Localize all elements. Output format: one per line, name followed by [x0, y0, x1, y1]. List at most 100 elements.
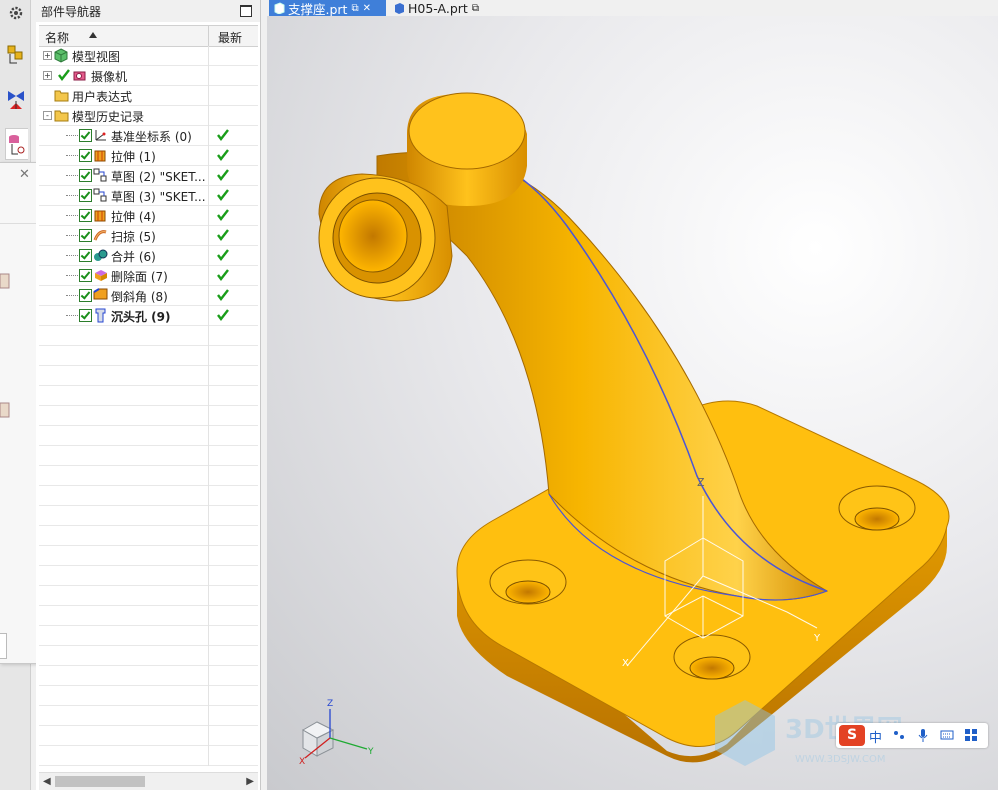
tree-row-label: 拉伸 (4)	[111, 210, 156, 224]
tree-row-label: 用户表达式	[72, 90, 133, 104]
expand-icon[interactable]: +	[43, 71, 52, 80]
constraint-navigator-icon[interactable]	[5, 86, 27, 112]
tree-row[interactable]: 草图 (2) "SKET...	[39, 166, 258, 186]
punctuation-icon[interactable]	[892, 728, 906, 742]
tree-row-label: 摄像机	[91, 70, 128, 84]
tree-row[interactable]: 倒斜角 (8)	[39, 286, 258, 306]
sort-ascending-icon[interactable]	[89, 32, 97, 38]
up-to-date-icon	[216, 148, 230, 162]
maximize-icon[interactable]	[240, 5, 252, 17]
tree-row[interactable]: 沉头孔 (9)	[39, 306, 258, 326]
navigator-header: 名称 最新	[39, 25, 258, 47]
microphone-icon[interactable]	[916, 728, 930, 742]
tree-row[interactable]: 拉伸 (4)	[39, 206, 258, 226]
folder-icon	[54, 108, 69, 123]
suppress-checkbox[interactable]	[79, 169, 92, 182]
column-divider	[208, 746, 209, 766]
tree-row[interactable]: 草图 (3) "SKET...	[39, 186, 258, 206]
pop-out-icon[interactable]: ⧉	[472, 3, 479, 14]
tree-row[interactable]: 删除面 (7)	[39, 266, 258, 286]
empty-row	[39, 526, 258, 546]
extrude-icon	[93, 208, 108, 223]
tab-h05-a[interactable]: H05-A.prt ⧉	[389, 0, 489, 16]
tree-row[interactable]: 合并 (6)	[39, 246, 258, 266]
column-divider	[208, 406, 209, 426]
column-divider	[208, 386, 209, 406]
empty-row	[39, 366, 258, 386]
part-navigator-icon[interactable]	[5, 128, 28, 160]
scrollbar-thumb[interactable]	[55, 776, 145, 787]
ime-toolbar[interactable]: S 中	[836, 723, 988, 748]
column-divider	[208, 526, 209, 546]
column-divider	[208, 86, 209, 106]
column-divider	[208, 366, 209, 386]
visibility-tick-icon[interactable]	[57, 68, 71, 85]
tree-row-label: 合并 (6)	[111, 250, 156, 264]
expand-icon[interactable]: +	[43, 51, 52, 60]
part-navigator: 部件导航器 名称 最新 + 模型视图 + 摄像机 用户表达式 - 模型历史记录 基准坐标系 (…	[36, 0, 261, 790]
popup-input[interactable]	[0, 633, 7, 659]
empty-row	[39, 746, 258, 766]
settings-icon[interactable]	[5, 0, 27, 26]
column-divider	[208, 186, 209, 206]
suppress-checkbox[interactable]	[79, 149, 92, 162]
tree-row[interactable]: 扫掠 (5)	[39, 226, 258, 246]
suppress-checkbox[interactable]	[79, 249, 92, 262]
tree-connector	[66, 135, 78, 136]
divider	[0, 223, 41, 224]
tree-row[interactable]: 拉伸 (1)	[39, 146, 258, 166]
tree-row-label: 倒斜角 (8)	[111, 290, 168, 304]
scroll-left-icon[interactable]: ◀	[43, 776, 51, 787]
tree-row-label: 模型历史记录	[72, 110, 145, 124]
suppress-checkbox[interactable]	[79, 209, 92, 222]
column-divider	[208, 66, 209, 86]
suppress-checkbox[interactable]	[79, 129, 92, 142]
scroll-right-icon[interactable]: ▶	[246, 776, 254, 787]
ime-mode-toggle[interactable]: 中	[869, 727, 882, 746]
tree-row[interactable]: + 模型视图	[39, 46, 258, 66]
suppress-checkbox[interactable]	[79, 229, 92, 242]
assembly-navigator-icon[interactable]	[5, 42, 27, 68]
column-divider	[208, 446, 209, 466]
pop-out-icon[interactable]: ⧉	[351, 3, 358, 14]
collapse-icon[interactable]: -	[43, 111, 52, 120]
chamfer-icon	[93, 288, 108, 303]
close-icon[interactable]: ✕	[363, 3, 371, 14]
close-icon[interactable]: ✕	[19, 167, 30, 182]
suppress-checkbox[interactable]	[79, 289, 92, 302]
tree-row-label: 删除面 (7)	[111, 270, 168, 284]
model-render: Z Y X Z Y X 3D世界网 WWW.3DSJW.COM	[299, 92, 950, 767]
preview-thumbnail[interactable]	[0, 395, 10, 425]
counterbore-hole	[489, 559, 567, 605]
toolbox-icon[interactable]	[964, 728, 978, 742]
tree-row-label: 草图 (2) "SKET...	[111, 170, 206, 184]
tree-connector	[66, 295, 78, 296]
preview-thumbnail[interactable]	[0, 266, 10, 296]
camera-icon	[73, 68, 88, 83]
empty-row	[39, 586, 258, 606]
keyboard-icon[interactable]	[940, 728, 954, 742]
column-divider[interactable]	[208, 26, 209, 46]
horizontal-scrollbar[interactable]: ◀ ▶	[39, 772, 258, 790]
top-boss-face	[408, 92, 526, 170]
suppress-checkbox[interactable]	[79, 189, 92, 202]
column-latest[interactable]: 最新	[218, 29, 242, 46]
tree-connector	[66, 255, 78, 256]
graphics-viewport[interactable]: Z Y X Z Y X 3D世界网 WWW.3DSJW.COM	[267, 16, 998, 790]
column-name[interactable]: 名称	[45, 29, 69, 46]
suppress-checkbox[interactable]	[79, 269, 92, 282]
tree-row[interactable]: - 模型历史记录	[39, 106, 258, 126]
column-divider	[208, 46, 209, 66]
suppress-checkbox[interactable]	[79, 309, 92, 322]
tree-connector	[66, 195, 78, 196]
empty-row	[39, 446, 258, 466]
tree-row[interactable]: 用户表达式	[39, 86, 258, 106]
column-divider	[208, 326, 209, 346]
view-triad[interactable]	[301, 709, 368, 759]
tree-row[interactable]: 基准坐标系 (0)	[39, 126, 258, 146]
wcs-y-label: Y	[813, 633, 821, 644]
tree-connector	[66, 155, 78, 156]
tree-row[interactable]: + 摄像机	[39, 66, 258, 86]
tab-support-seat[interactable]: 支撑座.prt ⧉ ✕	[269, 0, 386, 17]
ime-logo[interactable]: S	[839, 725, 865, 746]
